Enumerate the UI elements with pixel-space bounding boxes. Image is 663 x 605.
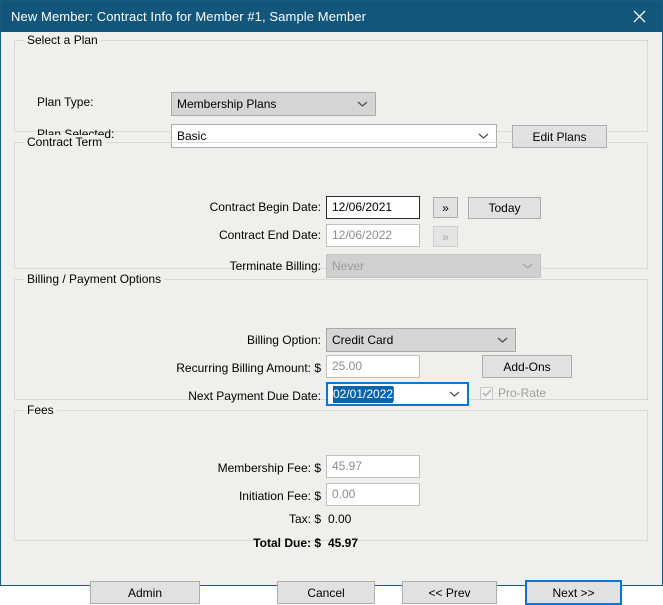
initiation-fee-label: Initiation Fee: $	[121, 489, 321, 503]
admin-button[interactable]: Admin	[90, 581, 200, 604]
pro-rate-checkbox: Pro-Rate	[480, 386, 546, 400]
close-icon	[633, 10, 646, 23]
double-chevron-right-icon: »	[442, 230, 449, 244]
recurring-billing-amount-input[interactable]: 25.00	[326, 355, 420, 378]
double-chevron-right-icon: »	[442, 201, 449, 215]
plan-type-value: Membership Plans	[177, 97, 276, 111]
today-button[interactable]: Today	[468, 197, 541, 219]
text-caret	[393, 387, 394, 401]
initiation-fee-value: 0.00	[332, 487, 355, 501]
dialog-window: New Member: Contract Info for Member #1,…	[0, 0, 663, 586]
contract-end-date-picker-button: »	[433, 226, 458, 247]
chevron-down-icon	[449, 391, 460, 398]
plan-type-combo[interactable]: Membership Plans	[171, 92, 376, 116]
tax-label: Tax: $	[121, 512, 321, 526]
add-ons-button[interactable]: Add-Ons	[482, 355, 572, 378]
next-label: Next >>	[552, 586, 594, 600]
total-due-label: Total Due: $	[121, 536, 321, 550]
group-legend-contract-term: Contract Term	[24, 135, 105, 149]
chevron-down-icon	[478, 133, 489, 140]
group-legend-select-a-plan: Select a Plan	[24, 33, 101, 47]
cancel-button[interactable]: Cancel	[277, 581, 375, 604]
next-payment-due-date-label: Next Payment Due Date:	[121, 389, 321, 403]
chevron-down-icon	[497, 337, 508, 344]
chevron-down-icon	[522, 263, 533, 270]
group-legend-fees: Fees	[24, 403, 57, 417]
close-button[interactable]	[617, 1, 662, 32]
billing-option-value: Credit Card	[332, 333, 393, 347]
today-label: Today	[488, 201, 520, 215]
cancel-label: Cancel	[307, 586, 344, 600]
billing-option-combo[interactable]: Credit Card	[326, 328, 516, 352]
chevron-down-icon	[357, 101, 368, 108]
contract-begin-date-label: Contract Begin Date:	[121, 200, 321, 214]
add-ons-label: Add-Ons	[503, 360, 550, 374]
prev-label: << Prev	[428, 586, 470, 600]
membership-fee-input[interactable]: 45.97	[326, 455, 420, 478]
group-select-a-plan: Select a Plan	[14, 40, 648, 132]
tax-value: 0.00	[328, 512, 351, 526]
contract-begin-date-value: 12/06/2021	[332, 200, 392, 214]
recurring-billing-amount-value: 25.00	[332, 359, 362, 373]
admin-label: Admin	[128, 586, 162, 600]
prev-button[interactable]: << Prev	[402, 581, 497, 604]
pro-rate-label: Pro-Rate	[498, 386, 546, 400]
terminate-billing-combo: Never	[326, 254, 541, 278]
next-payment-due-date-combo[interactable]: 02/01/2022	[326, 382, 469, 406]
title-bar: New Member: Contract Info for Member #1,…	[1, 1, 662, 32]
next-button[interactable]: Next >>	[525, 580, 622, 605]
contract-end-date-label: Contract End Date:	[121, 228, 321, 242]
recurring-billing-amount-label: Recurring Billing Amount: $	[121, 361, 321, 375]
terminate-billing-label: Terminate Billing:	[121, 259, 321, 273]
initiation-fee-input[interactable]: 0.00	[326, 483, 420, 506]
group-legend-billing: Billing / Payment Options	[24, 272, 164, 286]
plan-type-label: Plan Type:	[37, 95, 93, 109]
contract-end-date-input[interactable]: 12/06/2022	[326, 224, 420, 247]
window-title: New Member: Contract Info for Member #1,…	[1, 9, 366, 24]
contract-end-date-value: 12/06/2022	[332, 228, 392, 242]
contract-begin-date-picker-button[interactable]: »	[433, 197, 458, 218]
membership-fee-label: Membership Fee: $	[121, 461, 321, 475]
contract-begin-date-input[interactable]: 12/06/2021	[326, 196, 420, 219]
dialog-body: Select a Plan Plan Type: Membership Plan…	[1, 32, 662, 585]
billing-option-label: Billing Option:	[121, 333, 321, 347]
membership-fee-value: 45.97	[332, 459, 362, 473]
plan-selected-value: Basic	[177, 129, 206, 143]
next-payment-due-date-value: 02/01/2022	[333, 386, 393, 403]
checkmark-icon	[480, 387, 493, 400]
terminate-billing-value: Never	[332, 259, 364, 273]
total-due-value: 45.97	[328, 536, 358, 550]
